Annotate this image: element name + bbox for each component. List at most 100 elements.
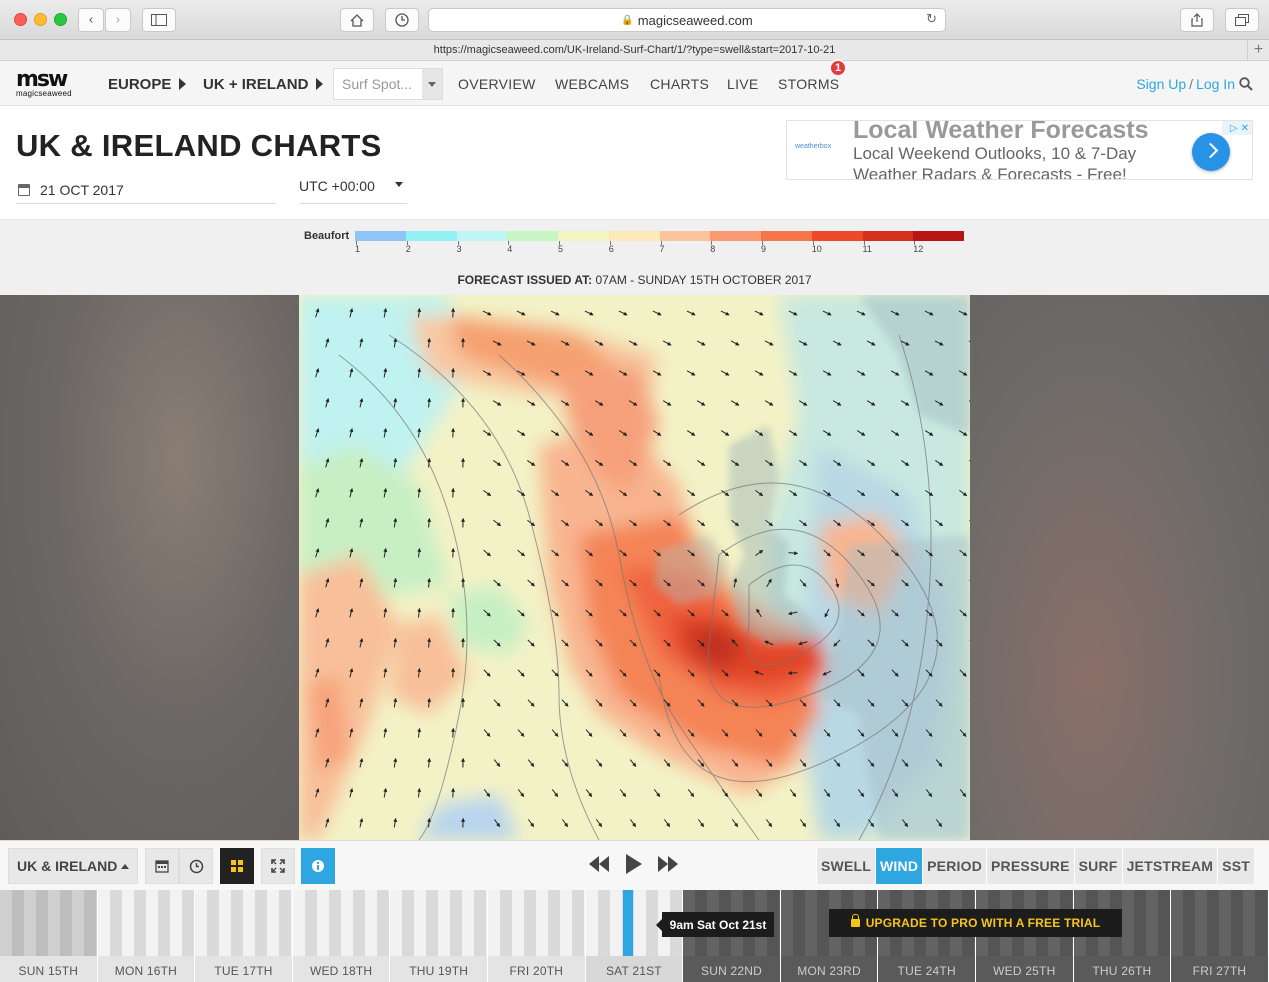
new-tab-button[interactable]: + bbox=[1247, 40, 1269, 60]
sidebar-toggle-button[interactable] bbox=[142, 8, 176, 32]
region-select-button[interactable]: UK & IRELAND bbox=[8, 848, 138, 884]
ad-line-2: Weather Radars & Forecasts - Free! bbox=[853, 165, 1127, 180]
legend-tick-label: 6 bbox=[608, 244, 614, 254]
timeline-day[interactable]: MON 16TH bbox=[97, 890, 196, 982]
chevron-right-icon: › bbox=[115, 12, 121, 28]
site-nav bbox=[0, 61, 1269, 106]
nav-charts[interactable]: CHARTS bbox=[650, 76, 709, 92]
legend-tick-label: 4 bbox=[507, 244, 513, 254]
browser-titlebar: ‹ › 🔒 magicseaweed.com ↻ bbox=[0, 0, 1269, 40]
tabs-button[interactable] bbox=[1225, 8, 1259, 32]
ad-choices[interactable]: ▷ ✕ bbox=[1222, 121, 1252, 135]
time-tool-button[interactable] bbox=[179, 848, 213, 884]
forward-button[interactable]: › bbox=[105, 8, 131, 32]
map-side-left bbox=[0, 295, 299, 840]
ad-headline: Local Weather Forecasts bbox=[853, 120, 1149, 144]
timeline-day-label: FRI 20TH bbox=[509, 964, 564, 978]
fast-forward-button[interactable] bbox=[656, 852, 680, 876]
nav-live[interactable]: LIVE bbox=[727, 76, 759, 92]
legend-tick-label: 10 bbox=[811, 244, 822, 254]
share-icon bbox=[1191, 13, 1203, 27]
address-bar[interactable]: 🔒 magicseaweed.com ↻ bbox=[428, 8, 946, 32]
share-button[interactable] bbox=[1180, 8, 1214, 32]
ad-choices-icon: ▷ bbox=[1229, 122, 1238, 134]
reload-icon[interactable]: ↻ bbox=[926, 12, 937, 27]
zoom-window-button[interactable] bbox=[54, 13, 67, 26]
timeline-day[interactable]: SUN 15TH bbox=[0, 890, 98, 982]
legend-tick-label: 5 bbox=[558, 244, 564, 254]
timeline-day-label: TUE 24TH bbox=[897, 964, 956, 978]
advertisement[interactable]: weatherbox Local Weather Forecasts Local… bbox=[786, 120, 1253, 180]
legend-swatch bbox=[913, 231, 964, 241]
upgrade-pro-button[interactable]: UPGRADE TO PRO WITH A FREE TRIAL bbox=[829, 909, 1122, 937]
timeline-day-label: SUN 15TH bbox=[18, 964, 79, 978]
home-button[interactable] bbox=[340, 8, 374, 32]
info-button[interactable] bbox=[301, 848, 335, 884]
play-icon bbox=[626, 854, 642, 874]
caret-right-icon bbox=[179, 78, 187, 90]
timezone-select[interactable]: UTC +00:00 bbox=[299, 176, 407, 204]
timeline-day-label: THU 19TH bbox=[409, 964, 469, 978]
timeline-hours bbox=[0, 890, 97, 956]
breadcrumb-europe[interactable]: EUROPE bbox=[108, 76, 187, 93]
fast-forward-icon bbox=[658, 856, 678, 872]
tab-sst[interactable]: SST bbox=[1217, 848, 1254, 884]
back-button[interactable]: ‹ bbox=[78, 8, 104, 32]
tab-jetstream[interactable]: JETSTREAM bbox=[1121, 848, 1218, 884]
timeline-cursor[interactable] bbox=[623, 890, 633, 956]
timeline-day[interactable]: THU 19TH bbox=[390, 890, 488, 982]
sign-up-link[interactable]: Sign Up bbox=[1136, 76, 1186, 92]
close-window-button[interactable] bbox=[14, 13, 27, 26]
timeline-day[interactable]: TUE 17TH bbox=[195, 890, 293, 982]
ad-arrow-button[interactable] bbox=[1192, 133, 1230, 171]
legend-swatch bbox=[608, 231, 660, 241]
ad-line-1: Local Weekend Outlooks, 10 & 7-Day bbox=[853, 144, 1137, 163]
search-icon[interactable] bbox=[1239, 77, 1253, 91]
date-picker[interactable]: 21 OCT 2017 bbox=[16, 176, 276, 204]
legend-swatch bbox=[456, 231, 508, 241]
fullscreen-icon bbox=[271, 859, 285, 873]
rewind-button[interactable] bbox=[587, 852, 611, 876]
timeline-day[interactable]: WED 18TH bbox=[292, 890, 391, 982]
info-icon bbox=[312, 860, 324, 872]
legend-swatch bbox=[862, 231, 914, 241]
grid-view-button[interactable] bbox=[220, 848, 254, 884]
fullscreen-button[interactable] bbox=[261, 848, 295, 884]
tab-period[interactable]: PERIOD bbox=[922, 848, 987, 884]
breadcrumb-label: EUROPE bbox=[108, 76, 172, 93]
lock-icon: 🔒 bbox=[621, 14, 634, 26]
play-button[interactable] bbox=[624, 852, 644, 876]
surf-spot-select[interactable]: Surf Spot... bbox=[333, 68, 443, 100]
tab-swell[interactable]: SWELL bbox=[816, 848, 875, 884]
auth-separator: / bbox=[1189, 76, 1194, 92]
timeline-day[interactable]: FRI 20TH bbox=[488, 890, 586, 982]
caret-right-icon bbox=[316, 78, 324, 90]
beaufort-ticks: 1 2 3 4 5 6 7 8 9 10 11 12 bbox=[355, 241, 964, 255]
tab-pressure[interactable]: PRESSURE bbox=[986, 848, 1074, 884]
tab-wind[interactable]: WIND bbox=[875, 848, 923, 884]
history-button[interactable] bbox=[385, 8, 419, 32]
wind-chart[interactable] bbox=[299, 295, 970, 840]
legend-swatch bbox=[659, 231, 711, 241]
minimize-window-button[interactable] bbox=[34, 13, 47, 26]
browser-window: ‹ › 🔒 magicseaweed.com ↻ https://magicse… bbox=[0, 0, 1269, 982]
nav-webcams[interactable]: WEBCAMS bbox=[555, 76, 629, 92]
close-icon[interactable]: ✕ bbox=[1241, 123, 1249, 134]
chevron-down-icon[interactable] bbox=[422, 69, 442, 99]
tab-surf[interactable]: SURF bbox=[1073, 848, 1122, 884]
calendar-tool-button[interactable] bbox=[145, 848, 179, 884]
legend-swatch bbox=[761, 231, 812, 241]
nav-overview[interactable]: OVERVIEW bbox=[458, 76, 536, 92]
nav-storms[interactable]: STORMS bbox=[778, 76, 839, 92]
breadcrumb-uk-ireland[interactable]: UK + IRELAND bbox=[203, 76, 324, 93]
timeline-day-label: MON 16TH bbox=[114, 964, 178, 978]
timeline-day[interactable]: FRI 27TH bbox=[1171, 890, 1269, 982]
log-in-link[interactable]: Log In bbox=[1196, 76, 1235, 92]
chevron-left-icon: ‹ bbox=[88, 12, 94, 28]
msw-logo[interactable]: msw magicseaweed bbox=[16, 69, 86, 99]
legend-swatch bbox=[558, 231, 609, 241]
logo-mark: msw bbox=[16, 67, 68, 92]
legend-tick-label: 7 bbox=[659, 244, 665, 254]
timeline-day-label: FRI 27TH bbox=[1192, 964, 1247, 978]
calendar-icon bbox=[155, 860, 169, 873]
